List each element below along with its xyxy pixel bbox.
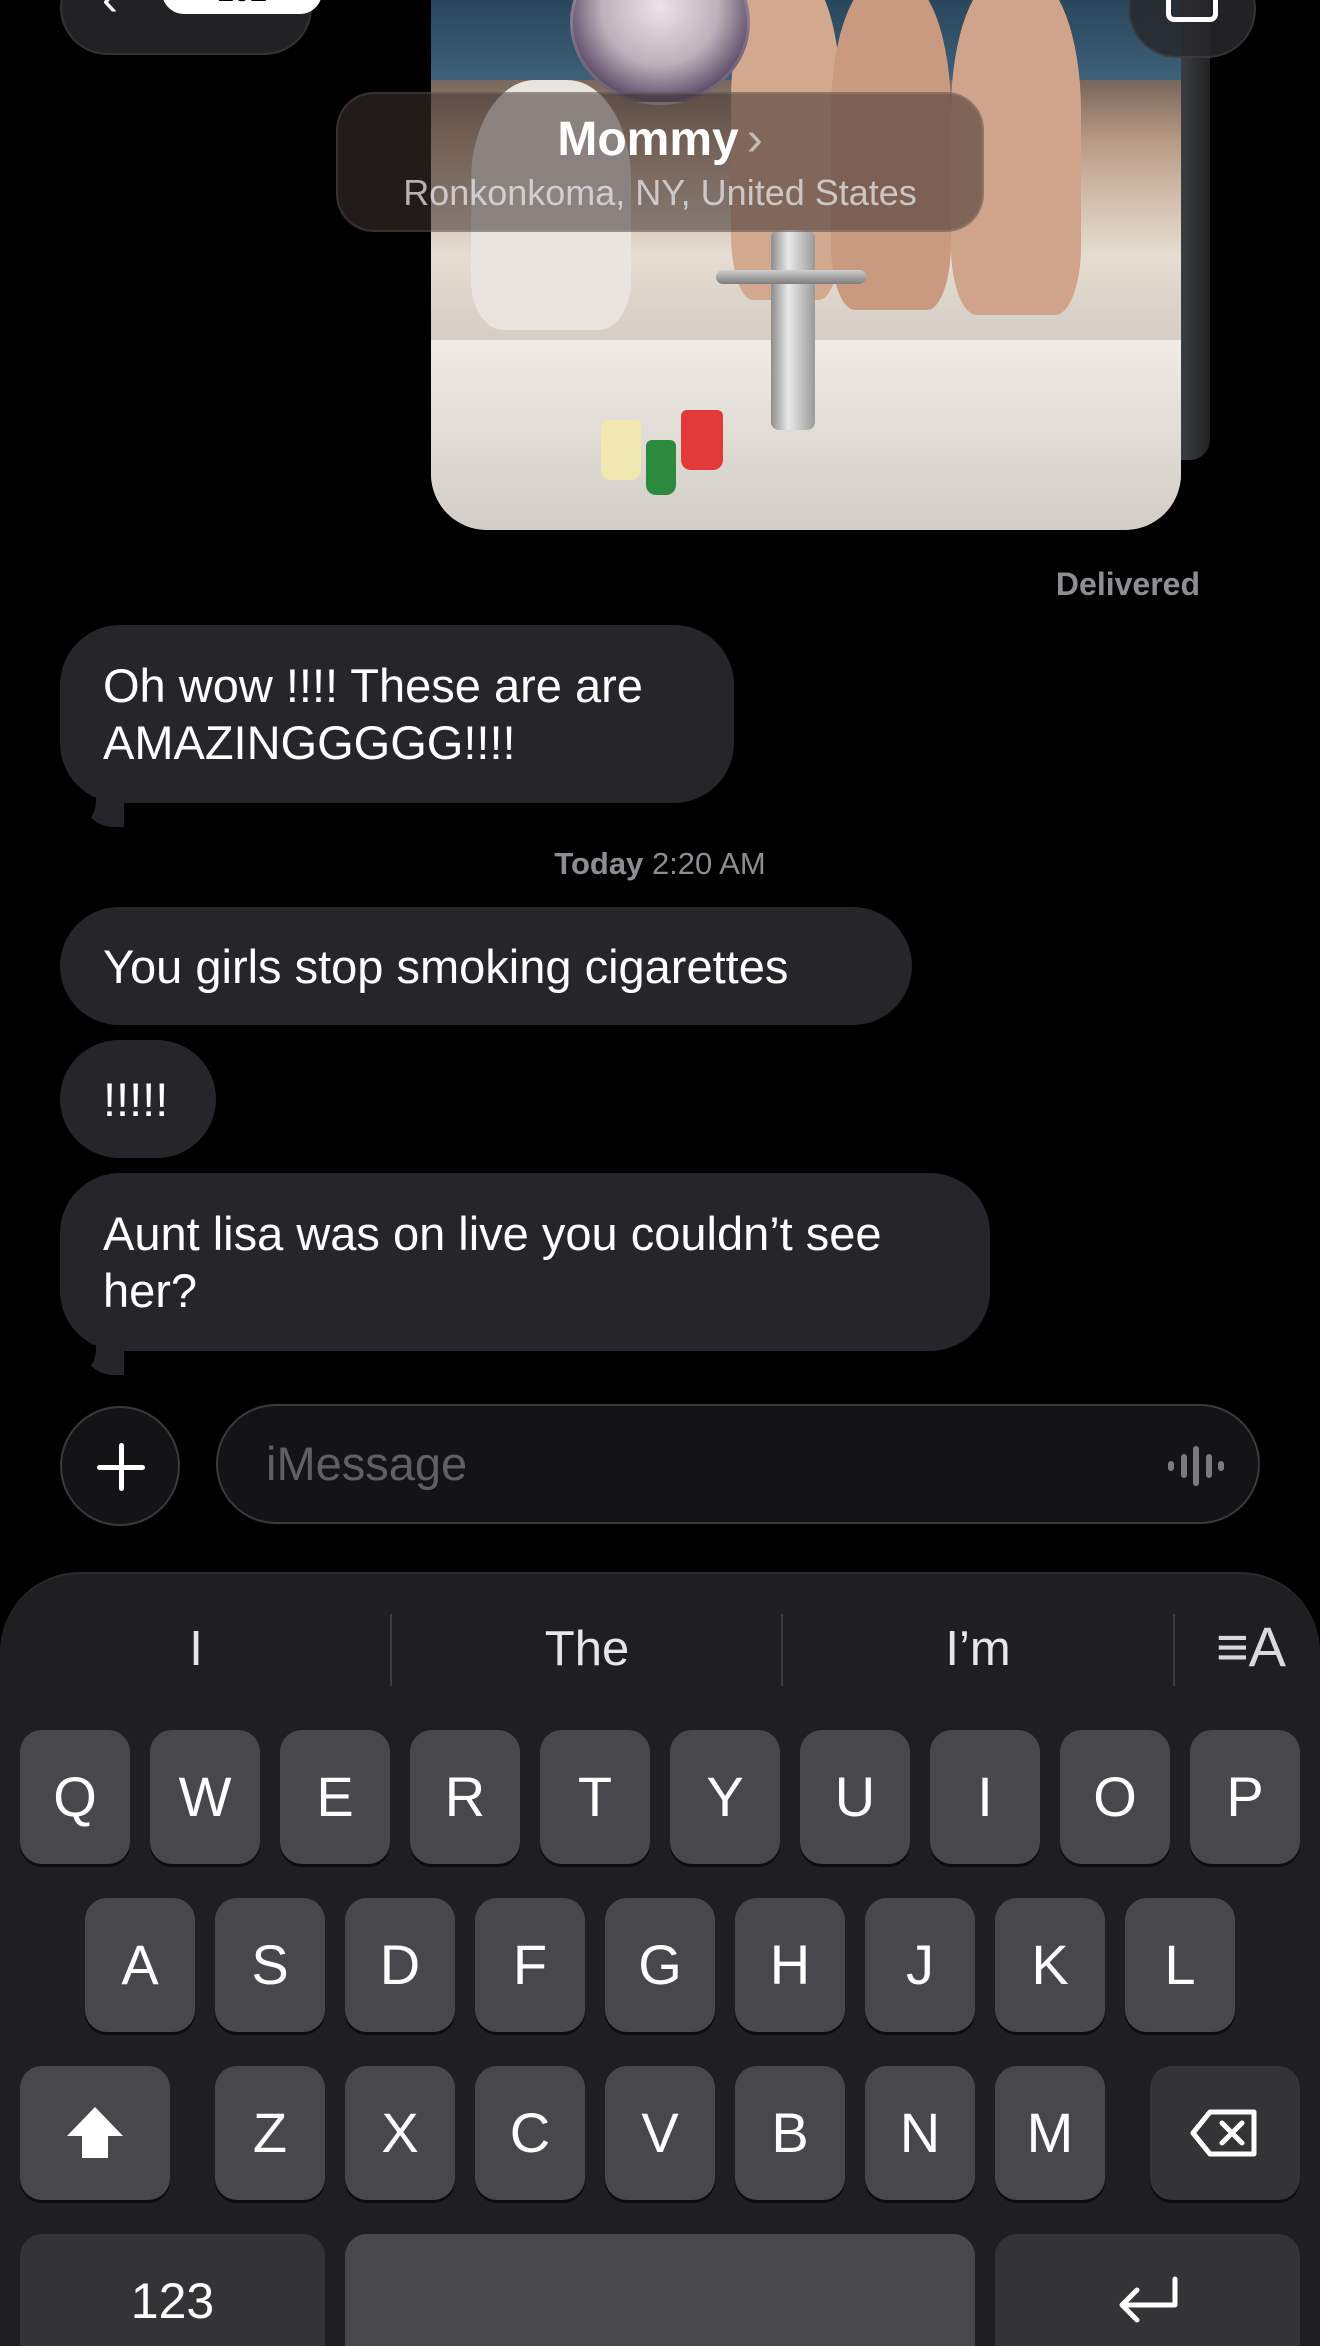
space-key[interactable] [345,2234,975,2346]
contact-name: Mommy › [557,113,763,166]
key-l[interactable]: L [1125,1898,1235,2032]
suggestion-3[interactable]: I’m [782,1574,1174,1724]
photo-attachment[interactable] [431,0,1181,530]
keyboard: I The I’m ≡A Q W E R T Y U I O P A S D F… [0,1572,1320,2346]
message-timestamp: Today 2:20 AM [554,846,766,881]
backspace-icon [1190,2109,1257,2157]
key-c[interactable]: C [475,2066,585,2200]
add-attachment-button[interactable] [60,1406,180,1526]
message-text: Oh wow !!!! These are are AMAZINGGGGG!!!… [103,659,643,769]
bubble-tail [72,797,124,827]
key-z[interactable]: Z [215,2066,325,2200]
contact-location: Ronkonkoma, NY, United States [403,172,917,213]
key-o[interactable]: O [1060,1730,1170,1864]
message-bubble[interactable]: !!!!! [60,1040,216,1158]
message-input-placeholder: iMessage [266,1437,468,1490]
return-arrow-icon [1119,2276,1177,2323]
key-d[interactable]: D [345,1898,455,2032]
numbers-key[interactable]: 123 [20,2234,325,2346]
bubble-tail [72,1345,124,1375]
key-p[interactable]: P [1190,1730,1300,1864]
key-v[interactable]: V [605,2066,715,2200]
backspace-key[interactable] [1150,2066,1300,2200]
shift-arrow-icon [67,2107,123,2158]
message-input[interactable]: iMessage [216,1404,1260,1524]
key-m[interactable]: M [995,2066,1105,2200]
key-g[interactable]: G [605,1898,715,2032]
text-format-icon[interactable]: ≡A [1216,1614,1286,1679]
key-s[interactable]: S [215,1898,325,2032]
key-y[interactable]: Y [670,1730,780,1864]
message-text: Aunt lisa was on live you couldn’t see h… [103,1207,882,1317]
key-a[interactable]: A [85,1898,195,2032]
key-r[interactable]: R [410,1730,520,1864]
shift-key[interactable] [20,2066,170,2200]
return-key[interactable] [995,2234,1300,2346]
key-t[interactable]: T [540,1730,650,1864]
key-b[interactable]: B [735,2066,845,2200]
photo-bar [716,270,866,284]
message-text: You girls stop smoking cigarettes [103,939,789,993]
video-camera-icon [1166,0,1218,22]
voice-waveform-icon[interactable] [1168,1444,1224,1488]
suggestion-1[interactable]: I [0,1574,392,1724]
photo-cup [601,420,641,480]
key-f[interactable]: F [475,1898,585,2032]
chevron-right-icon: › [746,113,763,166]
key-h[interactable]: H [735,1898,845,2032]
message-bubble[interactable]: You girls stop smoking cigarettes [60,907,912,1025]
key-u[interactable]: U [800,1730,910,1864]
key-j[interactable]: J [865,1898,975,2032]
key-n[interactable]: N [865,2066,975,2200]
key-e[interactable]: E [280,1730,390,1864]
unread-count-badge: 102 [162,0,322,14]
key-q[interactable]: Q [20,1730,130,1864]
chevron-left-icon: ‹ [102,0,118,27]
photo-can [646,440,676,495]
message-bubble[interactable]: Oh wow !!!! These are are AMAZINGGGGG!!!… [60,625,734,803]
delivered-status: Delivered [1055,566,1200,602]
photo-pole [771,230,815,430]
message-text: !!!!! [103,1072,169,1126]
suggestion-divider [1173,1614,1175,1686]
photo-stack-edge [1180,0,1210,460]
photo-cup [681,410,723,470]
key-k[interactable]: K [995,1898,1105,2032]
suggestion-2[interactable]: The [392,1574,782,1724]
message-bubble[interactable]: Aunt lisa was on live you couldn’t see h… [60,1173,990,1351]
key-i[interactable]: I [930,1730,1040,1864]
back-button[interactable]: ‹ 102 [60,0,322,55]
contact-header[interactable]: Mommy › Ronkonkoma, NY, United States [336,92,984,232]
key-x[interactable]: X [345,2066,455,2200]
key-w[interactable]: W [150,1730,260,1864]
